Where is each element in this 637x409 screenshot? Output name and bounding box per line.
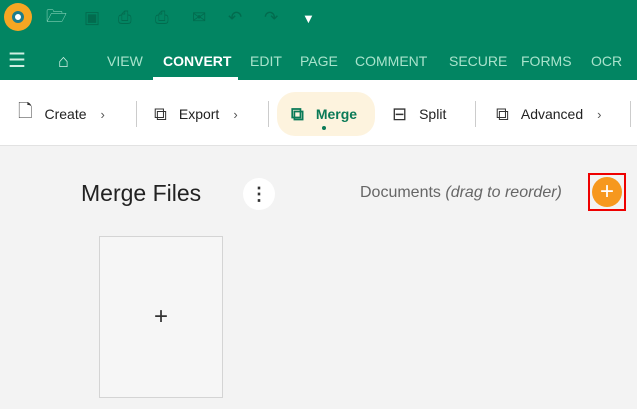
plus-icon: + [592,177,622,207]
title-bar: 🗁 ▣ ⎙ ⎙ ✉ ↶ ↷ ▼ ☰ ⌂ VIEW CONVERT EDIT PA… [0,0,637,80]
create-button[interactable]: 🗋 Create › [18,92,105,136]
open-icon[interactable]: 🗁 [46,6,67,30]
save-icon[interactable]: ▣ [84,6,100,30]
app-logo [4,3,32,31]
tab-view[interactable]: VIEW [107,50,143,72]
menu-icon[interactable]: ☰ [8,50,26,72]
tab-forms[interactable]: FORMS [521,50,572,72]
add-document-button[interactable]: + [588,173,626,211]
merge-button[interactable]: ⧉ Merge [277,92,375,136]
email-icon[interactable]: ✉ [192,6,206,30]
active-dot [322,126,326,130]
chevron-right-icon: › [233,106,238,122]
print-icon[interactable]: ⎙ [118,6,132,30]
page-title: Merge Files [81,180,202,206]
split-button[interactable]: ⊟ Split [392,92,446,136]
export-icon: ⧉ [154,103,167,124]
chevron-down-icon[interactable]: ▼ [302,6,315,30]
tab-page[interactable]: PAGE [300,50,338,72]
tab-ocr[interactable]: OCR [591,50,622,72]
create-icon: 🗋 [18,101,33,121]
advanced-button[interactable]: ⧉ Advanced › [496,92,601,136]
advanced-icon: ⧉ [496,103,509,124]
chevron-right-icon: › [100,106,105,122]
split-icon: ⊟ [392,103,408,124]
divider [136,101,137,127]
scan-print-icon[interactable]: ⎙ [155,6,169,30]
tab-edit[interactable]: EDIT [250,50,282,72]
documents-label: Documents (drag to reorder) [360,184,562,201]
undo-icon[interactable]: ↶ [228,6,242,30]
tab-comment[interactable]: COMMENT [355,50,427,72]
home-icon[interactable]: ⌂ [58,50,69,72]
ribbon: 🗋 Create › ⧉ Export › ⧉ Merge ⊟ Split ⧉ Advance… [0,80,637,146]
chevron-right-icon: › [597,106,602,122]
more-options-button[interactable]: ⋮ [243,178,275,210]
add-file-dropzone[interactable]: + [99,236,223,398]
tab-secure[interactable]: SECURE [449,50,507,72]
export-button[interactable]: ⧉ Export › [154,92,238,136]
divider [630,101,631,127]
merge-icon: ⧉ [291,103,304,124]
tab-convert[interactable]: CONVERT [163,50,231,72]
divider [268,101,269,127]
redo-icon[interactable]: ↷ [264,6,278,30]
divider [475,101,476,127]
plus-icon: + [153,303,168,330]
